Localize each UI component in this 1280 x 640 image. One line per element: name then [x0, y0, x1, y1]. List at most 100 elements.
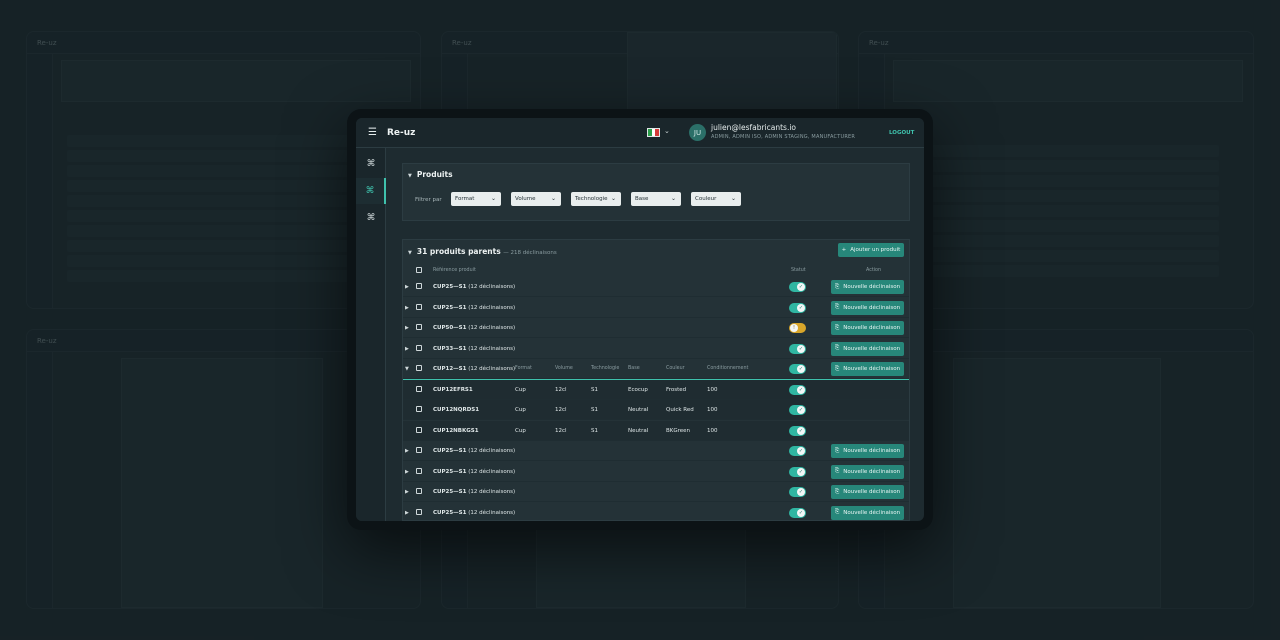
chevron-down-icon[interactable]: ⌄	[664, 127, 670, 135]
copy-icon: ⎘	[834, 365, 840, 372]
filter-base-select[interactable]: Base ⌄	[631, 192, 681, 206]
table-row[interactable]: ▶ CUP25—S1 (12 déclinaisons) ✓ ⎘ Nouvelle dé…	[403, 503, 909, 521]
new-variant-button[interactable]: ⎘ Nouvelle déclinaison	[831, 321, 904, 335]
variant-volume: 12cl	[555, 427, 567, 434]
status-toggle[interactable]: ✓	[789, 507, 806, 518]
caret-right-icon[interactable]: ▶	[405, 305, 409, 311]
table-row[interactable]: ▶ CUP25—S1 (12 déclinaisons) ✓ ⎘ Nouvelle dé…	[403, 298, 909, 318]
table-row[interactable]: ▶ CUP25—S1 (12 déclinaisons) ✓ ⎘ Nouvelle dé…	[403, 277, 909, 297]
variant-techno: S1	[591, 386, 598, 393]
nav-grid-icon[interactable]: ⌘	[356, 205, 386, 231]
copy-icon: ⎘	[834, 447, 840, 454]
status-toggle[interactable]: ✓	[789, 343, 806, 354]
select-all-checkbox[interactable]	[416, 267, 422, 273]
list-title[interactable]: ▼ 31 produits parents — 218 déclinaisons	[408, 247, 557, 256]
status-toggle[interactable]: !	[789, 323, 806, 333]
hamburger-icon[interactable]: ☰	[368, 127, 377, 138]
status-toggle[interactable]: ✓	[789, 466, 806, 477]
check-icon: ✓	[797, 385, 805, 394]
table-row[interactable]: ▶ CUP25—S1 (12 déclinaisons) ✓ ⎘ Nouvelle dé…	[403, 482, 909, 502]
caret-right-icon[interactable]: ▶	[405, 469, 409, 475]
product-ref: CUP25—S1 (12 déclinaisons)	[433, 304, 516, 311]
logout-button[interactable]: LOGOUT	[889, 130, 914, 136]
app-title: Re-uz	[387, 127, 416, 138]
table-header: Référence produit Statut Action	[403, 265, 909, 276]
app-screen: ☰ Re-uz ⌄ JU julien@lesfabricants.io ADM…	[356, 118, 924, 521]
row-checkbox[interactable]	[416, 344, 422, 351]
caret-right-icon[interactable]: ▶	[405, 346, 409, 352]
variant-cond: 100	[707, 427, 718, 434]
avatar[interactable]: JU	[689, 124, 706, 141]
variant-base: Neutral	[628, 407, 649, 413]
copy-icon: ⎘	[834, 468, 840, 474]
table-row[interactable]: ▶ CUP25—S1 (12 déclinaisons) ✓ ⎘ Nouvelle dé…	[403, 441, 909, 461]
subcol-header: Volume	[555, 366, 573, 371]
language-flag-icon[interactable]	[647, 128, 660, 137]
device-frame: ☰ Re-uz ⌄ JU julien@lesfabricants.io ADM…	[347, 109, 933, 530]
new-variant-button[interactable]: ⎘ Nouvelle déclinaison	[831, 505, 904, 520]
row-checkbox[interactable]	[416, 365, 422, 371]
status-toggle[interactable]: ✓	[789, 282, 806, 292]
new-variant-button[interactable]: ⎘ Nouvelle déclinaison	[831, 485, 904, 499]
filter-technologie-select[interactable]: Technologie ⌄	[571, 192, 621, 206]
row-checkbox[interactable]	[416, 488, 422, 494]
check-icon: ✓	[797, 406, 805, 414]
product-ref: CUP50—S1 (12 déclinaisons)	[433, 325, 516, 331]
row-checkbox[interactable]	[416, 385, 422, 392]
filter-format-select[interactable]: Format ⌄	[451, 192, 501, 206]
status-toggle[interactable]: ✓	[789, 302, 806, 313]
new-variant-button[interactable]: ⎘ Nouvelle déclinaison	[831, 362, 904, 376]
table-row[interactable]: ▶ CUP25—S1 (12 déclinaisons) ✓ ⎘ Nouvelle dé…	[403, 462, 909, 482]
copy-icon: ⎘	[834, 345, 840, 351]
caret-right-icon[interactable]: ▶	[405, 325, 409, 331]
row-checkbox[interactable]	[416, 324, 422, 330]
status-toggle[interactable]: ✓	[789, 364, 806, 374]
new-variant-button[interactable]: ⎘ Nouvelle déclinaison	[831, 444, 904, 458]
status-toggle[interactable]: ✓	[789, 425, 806, 436]
variant-format: Cup	[515, 386, 526, 393]
variant-ref: CUP12NQRDS1	[433, 407, 480, 413]
col-action: Action	[866, 268, 882, 273]
product-ref: CUP12—S1 (12 déclinaisons)	[433, 366, 516, 372]
caret-right-icon[interactable]: ▶	[405, 448, 409, 454]
variant-format: Cup	[515, 407, 526, 413]
panel-title[interactable]: ▼ Produits	[408, 170, 453, 179]
filter-couleur-select[interactable]: Couleur ⌄	[691, 192, 741, 206]
caret-down-icon[interactable]: ▼	[405, 366, 409, 372]
row-checkbox[interactable]	[416, 508, 422, 515]
row-checkbox[interactable]	[416, 303, 422, 310]
caret-right-icon[interactable]: ▶	[405, 284, 409, 290]
product-ref: CUP25—S1 (12 déclinaisons)	[433, 448, 516, 454]
plus-icon: +	[841, 247, 847, 253]
nav-grid-icon-active[interactable]: ⌘	[356, 178, 386, 204]
check-icon: ✓	[797, 467, 805, 476]
product-ref: CUP25—S1 (12 déclinaisons)	[433, 489, 516, 495]
new-variant-button[interactable]: ⎘ Nouvelle déclinaison	[831, 464, 904, 479]
table-row-child[interactable]: CUP12NBKGS1 Cup 12cl S1 Neutral BKGreen 100 ✓	[403, 420, 909, 441]
status-toggle[interactable]: ✓	[789, 487, 806, 497]
table-row-child[interactable]: CUP12NQRDS1 Cup 12cl S1 Neutral Quick Red 100 ✓	[403, 400, 909, 420]
new-variant-button[interactable]: ⎘ Nouvelle déclinaison	[831, 341, 904, 356]
check-icon: ✓	[797, 365, 805, 373]
caret-right-icon[interactable]: ▶	[405, 489, 409, 495]
caret-right-icon[interactable]: ▶	[405, 510, 409, 516]
row-checkbox[interactable]	[416, 426, 422, 433]
filter-volume-select[interactable]: Volume ⌄	[511, 192, 561, 206]
row-checkbox[interactable]	[416, 283, 422, 289]
nav-grid-icon[interactable]: ⌘	[356, 151, 386, 177]
variant-ref: CUP12NBKGS1	[433, 427, 479, 434]
table-row[interactable]: ▶ CUP33—S1 (12 déclinaisons) ✓ ⎘ Nouvelle dé…	[403, 339, 909, 359]
row-checkbox[interactable]	[416, 406, 422, 412]
product-ref: CUP25—S1 (12 déclinaisons)	[433, 509, 516, 516]
status-toggle[interactable]: ✓	[789, 446, 806, 456]
row-checkbox[interactable]	[416, 447, 422, 453]
row-checkbox[interactable]	[416, 467, 422, 474]
new-variant-button[interactable]: ⎘ Nouvelle déclinaison	[831, 300, 904, 315]
table-row-expanded[interactable]: ▼ CUP12—S1 (12 déclinaisons) Format Volume T…	[403, 359, 909, 379]
status-toggle[interactable]: ✓	[789, 384, 806, 395]
new-variant-button[interactable]: ⎘ Nouvelle déclinaison	[831, 280, 904, 294]
add-product-button[interactable]: + Ajouter un produit	[838, 243, 904, 257]
table-row-child[interactable]: CUP12EFRS1 Cup 12cl S1 Ecocup Frosted 100 ✓	[403, 379, 909, 400]
status-toggle[interactable]: ✓	[789, 405, 806, 415]
table-row[interactable]: ▶ CUP50—S1 (12 déclinaisons)! ⎘ Nouvelle dé…	[403, 318, 909, 338]
